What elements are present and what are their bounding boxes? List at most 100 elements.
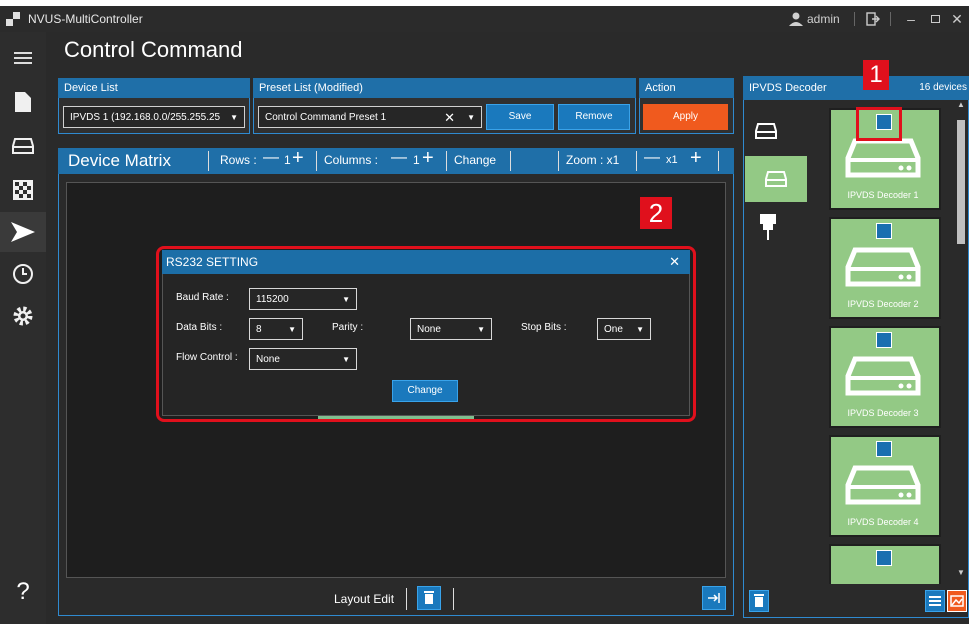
app-logo-icon [6,12,20,26]
help-button[interactable]: ? [0,574,46,610]
scroll-down-icon[interactable]: ▼ [957,568,965,577]
list-view-button[interactable] [925,590,945,612]
divider [558,151,559,171]
trash-icon [424,591,434,604]
zoom-label: Zoom : x1 [566,153,620,167]
annotation-highlight-2 [156,246,696,422]
decoder-name: IPVDS Decoder 2 [847,299,919,309]
trash-icon [754,594,764,607]
image-icon [950,595,964,607]
divider [453,588,454,610]
minimize-button[interactable]: – [902,10,920,28]
divider [718,151,719,171]
device-matrix-toolbar: Device Matrix Rows : — 1 + Columns : — 1… [58,147,734,174]
user-name[interactable]: admin [807,12,840,26]
decoder-device-icon [845,356,921,396]
decoder-name: IPVDS Decoder 1 [847,190,919,200]
matrix-change-button[interactable]: Change [454,153,496,167]
app-title: NVUS-MultiController [28,12,143,26]
decoder-tile[interactable]: IPVDS Decoder 2 [829,217,941,319]
settings-gear-icon[interactable] [0,298,46,334]
decoder-count: 16 devices [919,82,967,93]
divider [316,151,317,171]
preset-list-header: Preset List (Modified) [253,78,636,98]
decoder-name: IPVDS Decoder 4 [847,517,919,527]
clear-icon[interactable]: ✕ [444,110,455,126]
serial-connector-icon[interactable] [757,212,779,242]
device-matrix-title: Device Matrix [68,151,171,170]
apply-button[interactable]: Apply [643,104,728,130]
decoder-device-icon [845,138,921,178]
annotation-marker-2: 2 [640,197,672,229]
thumbnail-view-button[interactable] [947,590,967,612]
rows-decrement-button[interactable]: — [263,149,279,167]
delete-decoder-button[interactable] [749,590,769,612]
divider [890,12,891,26]
columns-decrement-button[interactable]: — [391,149,407,167]
decoder-tile[interactable]: IPVDS Decoder 4 [829,435,941,537]
schedule-clock-icon[interactable] [0,256,46,292]
preset-list-value: Control Command Preset 1 [265,112,387,123]
decoder-panel-title: IPVDS Decoder [749,82,827,94]
device-icon [755,123,777,139]
device-list-header: Device List [58,78,250,98]
rows-increment-button[interactable]: + [292,147,304,170]
annotation-marker-1: 1 [863,60,889,90]
hamburger-menu-icon[interactable] [0,40,46,76]
delete-layout-button[interactable] [417,586,441,610]
maximize-button[interactable] [926,10,944,28]
decoder-name: IPVDS Decoder 3 [847,408,919,418]
page-title: Control Command [64,37,243,62]
columns-value: 1 [413,153,420,167]
logout-icon[interactable] [866,12,880,26]
device-icon[interactable] [0,128,46,164]
zoom-value: x1 [666,154,678,166]
device-list-value: IPVDS 1 (192.168.0.0/255.255.25 [70,112,221,123]
control-command-icon[interactable] [0,212,46,252]
chevron-down-icon: ▼ [230,113,238,122]
left-nav: ? [0,32,46,624]
zoom-out-button[interactable]: — [644,149,660,167]
preset-list-select[interactable]: Control Command Preset 1 ✕ ▼ [258,106,482,128]
chevron-down-icon: ▼ [467,113,475,122]
annotation-highlight-1 [856,107,902,141]
columns-increment-button[interactable]: + [422,147,434,170]
settings-gear-icon[interactable] [876,441,892,457]
divider [636,151,637,171]
decoder-tile[interactable]: IPVDS Decoder 3 [829,326,941,428]
settings-gear-icon[interactable] [876,223,892,239]
divider [854,12,855,26]
divider [406,588,407,610]
window-title-bar: NVUS-MultiController admin – ✕ [0,6,969,32]
device-list-select[interactable]: IPVDS 1 (192.168.0.0/255.255.25 ▼ [63,106,245,128]
remove-preset-button[interactable]: Remove [558,104,630,130]
settings-gear-icon[interactable] [876,332,892,348]
zoom-in-button[interactable]: + [690,147,702,170]
rows-label: Rows : [220,153,257,167]
scrollbar-thumb[interactable] [957,120,965,244]
scroll-up-icon[interactable]: ▲ [957,100,965,109]
list-icon [929,596,941,606]
decoder-panel-header: IPVDS Decoder 16 devices [743,76,969,100]
divider [510,151,511,171]
user-icon [788,12,804,26]
rows-value: 1 [284,153,291,167]
file-icon[interactable] [0,84,46,120]
action-header: Action [639,78,734,98]
decoder-icon [765,171,787,187]
decoder-device-icon [845,247,921,287]
close-window-button[interactable]: ✕ [948,10,966,28]
divider [208,151,209,171]
settings-gear-icon[interactable] [876,550,892,566]
device-type-tab-decoder[interactable] [745,156,807,202]
device-type-tab-all[interactable] [750,112,782,150]
divider [446,151,447,171]
decoder-tile[interactable] [829,544,941,584]
columns-label: Columns : [324,153,379,167]
save-preset-button[interactable]: Save [486,104,554,130]
layout-edit-label: Layout Edit [334,592,395,606]
arrow-right-bar-icon [708,593,720,603]
collapse-panel-button[interactable] [702,586,726,610]
matrix-icon[interactable] [0,172,46,208]
decoder-device-icon [845,465,921,505]
